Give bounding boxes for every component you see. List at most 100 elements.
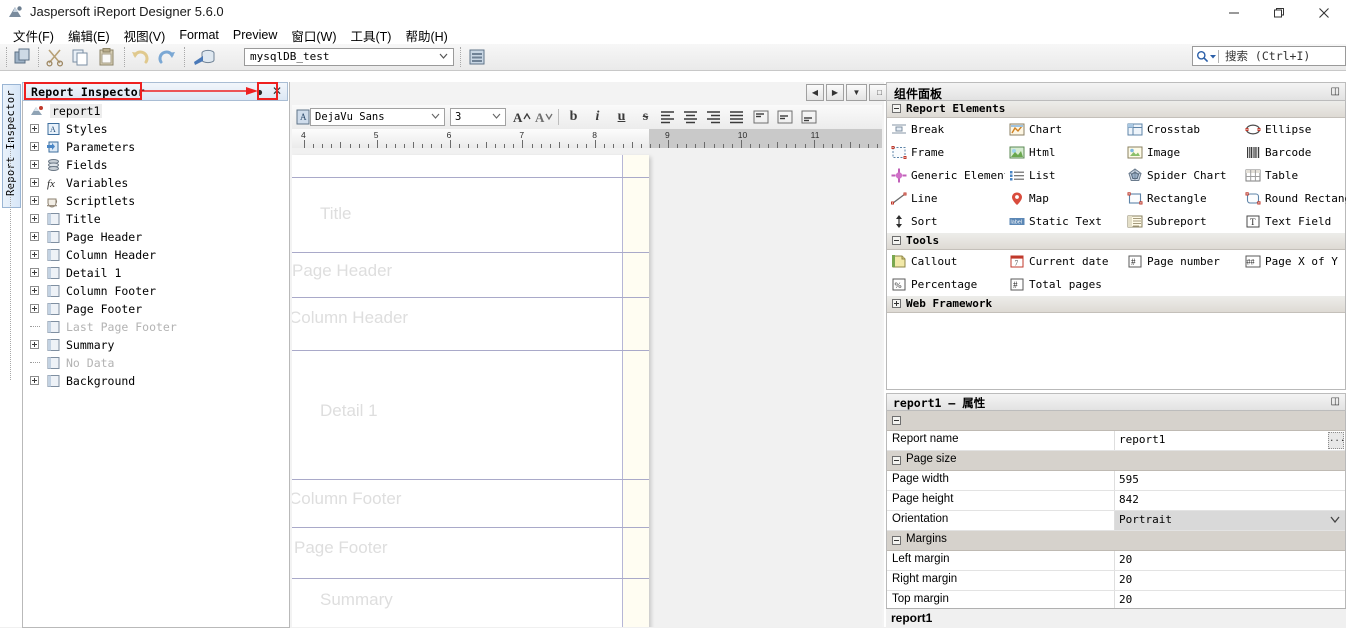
- search-box[interactable]: 搜索 (Ctrl+I): [1192, 46, 1346, 66]
- menu-preview[interactable]: Preview: [226, 27, 284, 43]
- nav-prev-button[interactable]: ◀: [806, 84, 824, 101]
- tree-expand-icon[interactable]: [30, 304, 39, 313]
- palette-item[interactable]: Line: [887, 187, 1005, 210]
- tree-node[interactable]: Title: [24, 210, 286, 228]
- expand-icon[interactable]: [892, 299, 901, 308]
- underline-button[interactable]: u: [612, 107, 631, 126]
- tree-expand-icon[interactable]: [30, 214, 39, 223]
- chevron-down-icon[interactable]: [1330, 516, 1340, 523]
- collapse-icon[interactable]: [892, 416, 901, 425]
- cut-icon[interactable]: [44, 47, 66, 67]
- palette-section-header[interactable]: Web Framework: [887, 296, 1345, 313]
- tree-expand-icon[interactable]: [30, 160, 39, 169]
- undo-icon[interactable]: [130, 47, 152, 67]
- tree-expand-icon[interactable]: [30, 178, 39, 187]
- palette-section-header[interactable]: Tools: [887, 233, 1345, 250]
- close-icon[interactable]: ✕: [272, 85, 282, 98]
- palette-item[interactable]: Rectangle: [1123, 187, 1241, 210]
- tree-node[interactable]: A Styles: [24, 120, 286, 138]
- report-band[interactable]: Column Header: [292, 298, 649, 351]
- property-value[interactable]: 842: [1115, 491, 1345, 510]
- expand-panel-icon[interactable]: ◫: [1331, 396, 1340, 407]
- palette-item[interactable]: Map: [1005, 187, 1123, 210]
- datasource-icon[interactable]: [192, 47, 218, 67]
- palette-item[interactable]: Barcode: [1241, 141, 1346, 164]
- collapse-icon[interactable]: [892, 456, 901, 465]
- palette-item[interactable]: Frame: [887, 141, 1005, 164]
- paste-icon[interactable]: [96, 47, 118, 67]
- collapse-icon[interactable]: [892, 536, 901, 545]
- close-button[interactable]: [1301, 0, 1346, 26]
- property-value[interactable]: 20: [1115, 551, 1345, 570]
- property-value[interactable]: 595: [1115, 471, 1345, 490]
- palette-item[interactable]: Break: [887, 118, 1005, 141]
- report-band[interactable]: Detail 1: [292, 351, 649, 480]
- datasource-combo[interactable]: mysqlDB_test: [244, 48, 454, 66]
- minimize-button[interactable]: [1211, 0, 1256, 26]
- valign-top-button[interactable]: [751, 108, 770, 126]
- palette-item[interactable]: Spider Chart: [1123, 164, 1241, 187]
- palette-item[interactable]: Round Rectangl: [1241, 187, 1346, 210]
- tree-node[interactable]: Page Footer: [24, 300, 286, 318]
- tree-node[interactable]: Summary: [24, 336, 286, 354]
- align-center-button[interactable]: [681, 108, 700, 126]
- strikethrough-button[interactable]: s: [636, 107, 655, 126]
- tree-node[interactable]: Last Page Footer: [24, 318, 286, 336]
- tree-expand-icon[interactable]: [30, 340, 39, 349]
- menu-format[interactable]: Format: [172, 27, 226, 43]
- tree-node[interactable]: Column Header: [24, 246, 286, 264]
- palette-item[interactable]: # Total pages: [1005, 273, 1123, 296]
- palette-item[interactable]: 7 Current date: [1005, 250, 1123, 273]
- menu-view[interactable]: 视图(V): [117, 25, 173, 46]
- palette-item[interactable]: Image: [1123, 141, 1241, 164]
- nav-next-button[interactable]: ▶: [826, 84, 844, 101]
- tree-node[interactable]: Column Footer: [24, 282, 286, 300]
- tree-expand-icon[interactable]: [30, 250, 39, 259]
- decrease-font-icon[interactable]: A: [534, 108, 553, 126]
- palette-item[interactable]: ## Page X of Y: [1241, 250, 1346, 273]
- menu-help[interactable]: 帮助(H): [398, 25, 454, 46]
- report-band[interactable]: Title: [292, 178, 649, 253]
- tree-node[interactable]: Fields: [24, 156, 286, 174]
- report-band[interactable]: Page Footer: [292, 528, 649, 579]
- property-value[interactable]: report1...: [1115, 431, 1345, 450]
- palette-item[interactable]: Sort: [887, 210, 1005, 233]
- menu-window[interactable]: 窗口(W): [284, 25, 343, 46]
- font-family-combo[interactable]: DejaVu Sans: [310, 108, 445, 126]
- collapse-icon[interactable]: [892, 236, 901, 245]
- collapse-icon[interactable]: [892, 104, 901, 113]
- redo-icon[interactable]: [156, 47, 178, 67]
- tree-expand-icon[interactable]: [30, 376, 39, 385]
- report-wizard-icon[interactable]: [466, 47, 488, 67]
- palette-item[interactable]: Ellipse: [1241, 118, 1346, 141]
- tree-expand-icon[interactable]: [30, 286, 39, 295]
- menu-file[interactable]: 文件(F): [6, 25, 61, 46]
- palette-item[interactable]: Generic Element: [887, 164, 1005, 187]
- nav-dropdown-button[interactable]: ▼: [846, 84, 867, 101]
- italic-button[interactable]: i: [588, 107, 607, 126]
- tree-node[interactable]: Detail 1: [24, 264, 286, 282]
- valign-bottom-button[interactable]: [799, 108, 818, 126]
- palette-item[interactable]: T Text Field: [1241, 210, 1346, 233]
- search-dropdown-icon[interactable]: [1210, 54, 1216, 59]
- tree-node[interactable]: Parameters: [24, 138, 286, 156]
- menu-edit[interactable]: 编辑(E): [61, 25, 117, 46]
- tree-expand-icon[interactable]: [30, 196, 39, 205]
- palette-item[interactable]: Table: [1241, 164, 1346, 187]
- palette-item[interactable]: Subreport: [1123, 210, 1241, 233]
- tree-expand-icon[interactable]: [30, 232, 39, 241]
- tree-expand-icon[interactable]: [30, 124, 39, 133]
- report-band[interactable]: Column Footer: [292, 480, 649, 528]
- expand-panel-icon[interactable]: ◫: [1331, 86, 1340, 97]
- copy-icon[interactable]: [70, 47, 92, 67]
- palette-item[interactable]: List: [1005, 164, 1123, 187]
- palette-item[interactable]: Html: [1005, 141, 1123, 164]
- report-canvas[interactable]: Title Page Header Column Header Detail 1 Col…: [292, 148, 882, 627]
- property-value[interactable]: 20: [1115, 571, 1345, 590]
- maximize-button[interactable]: [1256, 0, 1301, 26]
- menu-tools[interactable]: 工具(T): [344, 25, 399, 46]
- report-band[interactable]: [292, 155, 649, 178]
- tree-node[interactable]: Scriptlets: [24, 192, 286, 210]
- palette-item[interactable]: Callout: [887, 250, 1005, 273]
- font-size-combo[interactable]: 3: [450, 108, 506, 126]
